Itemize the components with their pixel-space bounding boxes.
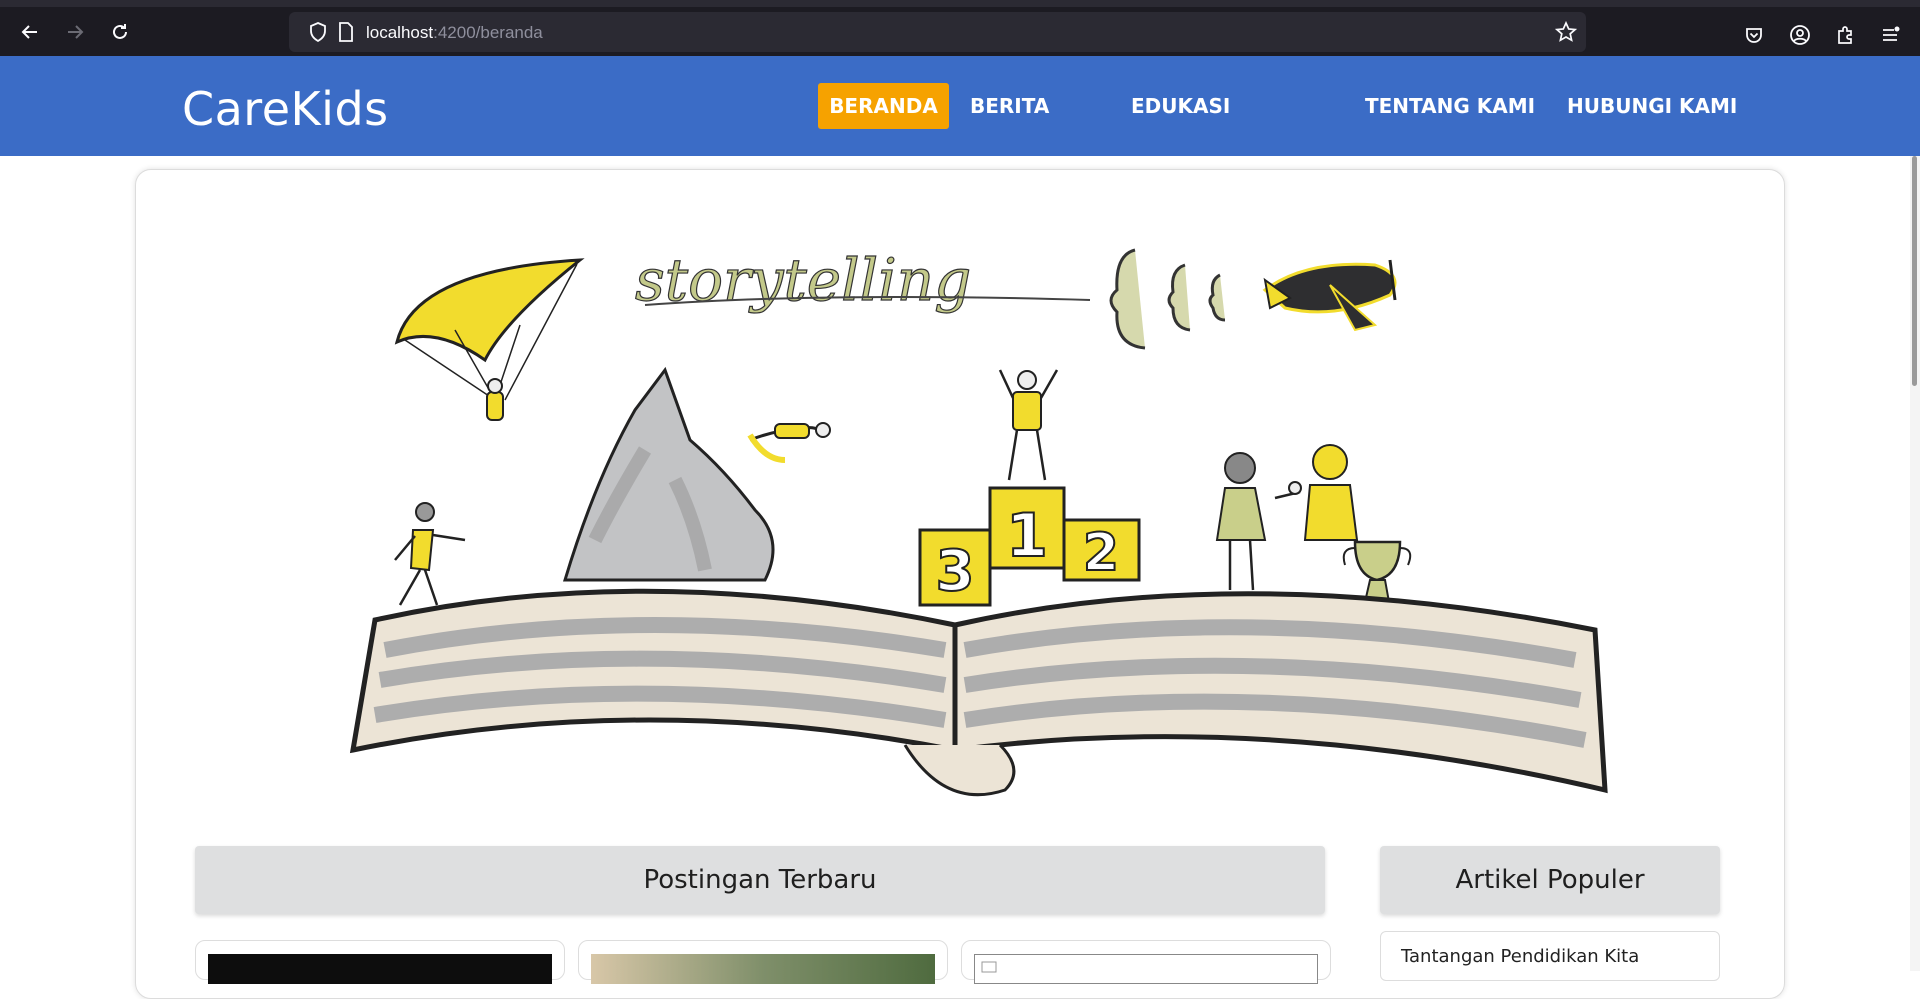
popular-articles-header: Artikel Populer	[1380, 846, 1720, 914]
post-card[interactable]	[578, 940, 948, 984]
storytelling-illustration: storytelling 3 1 2	[349, 245, 1608, 797]
latest-posts-header: Postingan Terbaru	[195, 846, 1325, 914]
address-bar[interactable]: localhost:4200/beranda	[289, 12, 1586, 52]
arrow-right-icon	[68, 25, 84, 39]
post-thumbnail-placeholder[interactable]	[974, 954, 1318, 984]
open-book	[349, 588, 1608, 797]
script-word: storytelling	[635, 246, 971, 314]
page-scrollbar[interactable]	[1910, 156, 1920, 971]
nav-berita[interactable]: BERITA	[970, 83, 1049, 129]
popular-article-title[interactable]: Tantangan Pendidikan Kita	[1401, 946, 1639, 967]
kids-figures	[1215, 444, 1359, 591]
pocket-icon[interactable]	[1739, 20, 1769, 50]
reload-button[interactable]	[105, 17, 135, 47]
page-icon	[331, 17, 361, 47]
nav-hubungi-kami[interactable]: HUBUNGI KAMI	[1567, 83, 1737, 129]
nav-tentang-kami[interactable]: TENTANG KAMI	[1365, 83, 1535, 129]
site-header: CareKids BERANDA BERITA EDUKASI TENTANG …	[0, 56, 1920, 156]
nav-edukasi[interactable]: EDUKASI	[1131, 83, 1230, 129]
account-icon[interactable]	[1785, 20, 1815, 50]
menu-icon[interactable]	[1875, 20, 1905, 50]
winner-figure	[998, 369, 1059, 481]
url-text[interactable]: localhost:4200/beranda	[366, 23, 543, 43]
forward-button[interactable]	[60, 17, 90, 47]
post-thumbnail[interactable]	[591, 954, 935, 984]
arrow-left-icon	[21, 25, 37, 39]
podium-first: 1	[1006, 501, 1048, 571]
broken-image-icon	[981, 961, 997, 973]
runner-figure	[394, 502, 466, 606]
url-path: :4200/beranda	[433, 23, 543, 42]
scrollbar-thumb[interactable]	[1912, 156, 1917, 386]
podium-second: 2	[1083, 523, 1119, 583]
shield-icon[interactable]	[303, 17, 333, 47]
post-card[interactable]	[961, 940, 1331, 984]
browser-toolbar: localhost:4200/beranda	[0, 0, 1920, 56]
trophy	[1342, 540, 1412, 603]
back-button[interactable]	[15, 17, 45, 47]
reload-icon	[113, 24, 127, 39]
nav-beranda[interactable]: BERANDA	[818, 83, 949, 129]
post-card[interactable]	[195, 940, 565, 984]
brand-logo[interactable]: CareKids	[182, 82, 389, 136]
cloud-brackets	[1109, 248, 1226, 350]
airplane	[1262, 259, 1397, 332]
parachute-figure	[394, 258, 585, 421]
climber-figure	[747, 422, 831, 463]
podium: 3 1 2	[918, 486, 1141, 607]
storytelling-lettering: storytelling	[634, 245, 1091, 315]
extensions-icon[interactable]	[1830, 20, 1860, 50]
mountain	[562, 366, 775, 582]
url-host: localhost	[366, 23, 434, 42]
post-thumbnail[interactable]	[208, 954, 552, 984]
star-icon[interactable]	[1551, 17, 1581, 47]
podium-third: 3	[936, 539, 975, 604]
popular-article-card[interactable]: Tantangan Pendidikan Kita	[1380, 931, 1720, 981]
